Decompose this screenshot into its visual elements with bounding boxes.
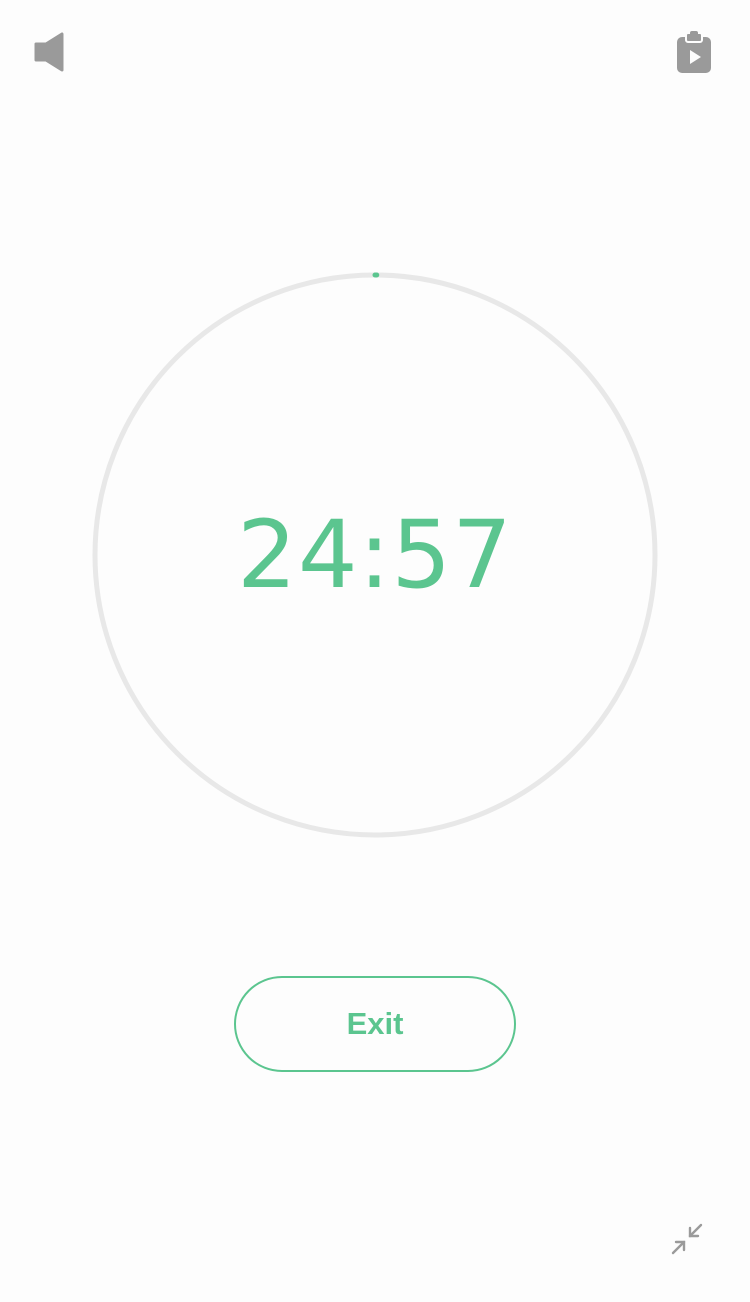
focus-timer-screen: 24:57 Exit bbox=[0, 0, 750, 1302]
time-remaining: 24:57 bbox=[237, 500, 513, 610]
clipboard-play-icon bbox=[677, 31, 711, 73]
exit-button[interactable]: Exit bbox=[234, 976, 516, 1072]
sound-toggle-button[interactable] bbox=[22, 24, 78, 80]
speaker-icon bbox=[34, 32, 64, 72]
timer-dial: 24:57 bbox=[92, 272, 658, 838]
minimize-button[interactable] bbox=[660, 1212, 714, 1266]
clipboard-play-button[interactable] bbox=[666, 24, 722, 80]
minimize-arrows-icon bbox=[671, 1223, 703, 1255]
